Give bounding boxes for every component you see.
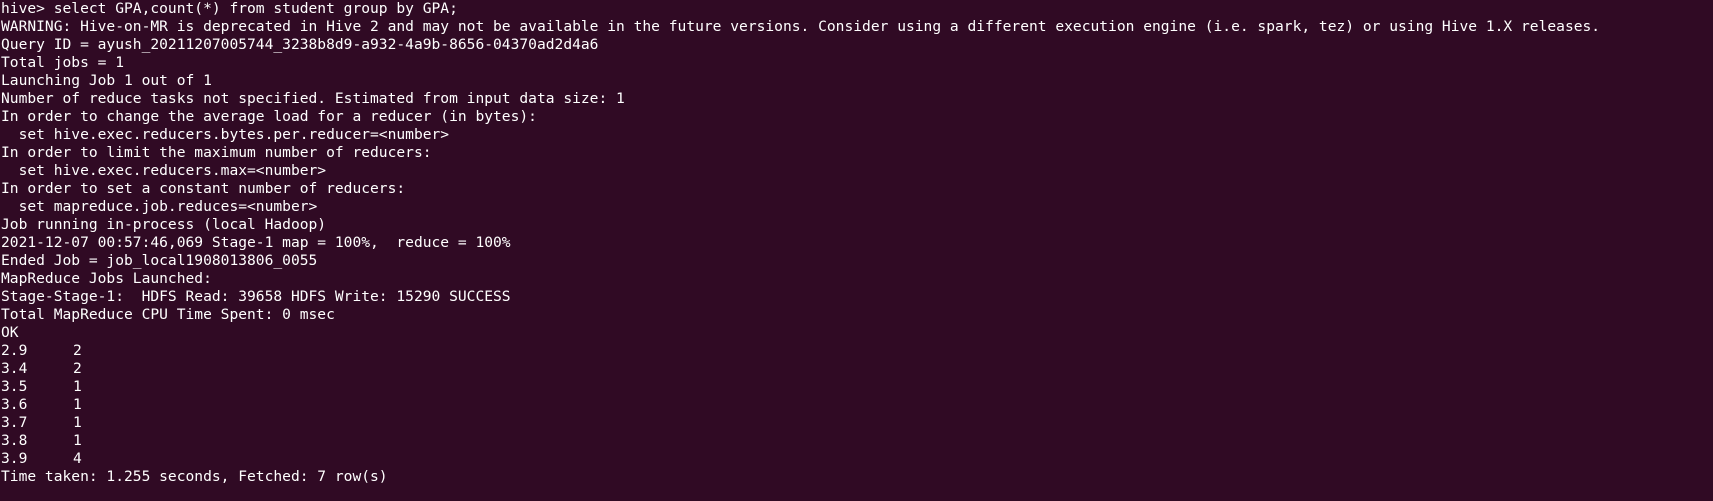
result-gpa: 3.4 xyxy=(1,360,28,377)
terminal-window[interactable]: hive> select GPA,count(*) from student g… xyxy=(0,0,1713,501)
result-gpa: 3.5 xyxy=(1,378,28,395)
result-gpa: 3.6 xyxy=(1,396,28,413)
result-count: 1 xyxy=(73,432,82,449)
result-row: 3.4 2 xyxy=(0,360,1713,378)
log-line: In order to limit the maximum number of … xyxy=(1,144,432,161)
result-row: 2.9 2 xyxy=(0,342,1713,360)
result-count: 2 xyxy=(73,360,82,377)
result-gpa: 3.9 xyxy=(1,450,28,467)
log-line: Query ID = ayush_20211207005744_3238b8d9… xyxy=(1,36,599,53)
result-gpa: 2.9 xyxy=(1,342,28,359)
log-line: Launching Job 1 out of 1 xyxy=(1,72,212,89)
result-row: 3.8 1 xyxy=(0,432,1713,450)
log-line: Total jobs = 1 xyxy=(1,54,125,71)
result-count: 1 xyxy=(73,396,82,413)
result-row: 3.5 1 xyxy=(0,378,1713,396)
log-line: set hive.exec.reducers.max=<number> xyxy=(1,162,327,179)
result-count: 1 xyxy=(73,378,82,395)
result-count: 2 xyxy=(73,342,82,359)
result-gpa: 3.8 xyxy=(1,432,28,449)
log-line: Total MapReduce CPU Time Spent: 0 msec xyxy=(1,306,335,323)
log-line: In order to change the average load for … xyxy=(1,108,537,125)
log-line: In order to set a constant number of red… xyxy=(1,180,406,197)
result-row: 3.6 1 xyxy=(0,396,1713,414)
log-line: 2021-12-07 00:57:46,069 Stage-1 map = 10… xyxy=(1,234,511,251)
log-line: Stage-Stage-1: HDFS Read: 39658 HDFS Wri… xyxy=(1,288,511,305)
prompt-command-line: hive> select GPA,count(*) from student g… xyxy=(1,0,458,17)
input-prompt[interactable] xyxy=(0,486,1713,492)
result-count: 1 xyxy=(73,414,82,431)
log-line: set mapreduce.job.reduces=<number> xyxy=(1,198,318,215)
log-line: Job running in-process (local Hadoop) xyxy=(1,216,327,233)
log-line: Number of reduce tasks not specified. Es… xyxy=(1,90,625,107)
log-line: WARNING: Hive-on-MR is deprecated in Hiv… xyxy=(1,18,1601,35)
result-row: 3.9 4 xyxy=(0,450,1713,468)
log-line-ok: OK xyxy=(1,324,19,341)
log-line: MapReduce Jobs Launched: xyxy=(1,270,212,287)
summary-line: Time taken: 1.255 seconds, Fetched: 7 ro… xyxy=(1,468,388,485)
log-line: set hive.exec.reducers.bytes.per.reducer… xyxy=(1,126,450,143)
result-row: 3.7 1 xyxy=(0,414,1713,432)
result-count: 4 xyxy=(73,450,82,467)
log-line: Ended Job = job_local1908013806_0055 xyxy=(1,252,318,269)
result-gpa: 3.7 xyxy=(1,414,28,431)
